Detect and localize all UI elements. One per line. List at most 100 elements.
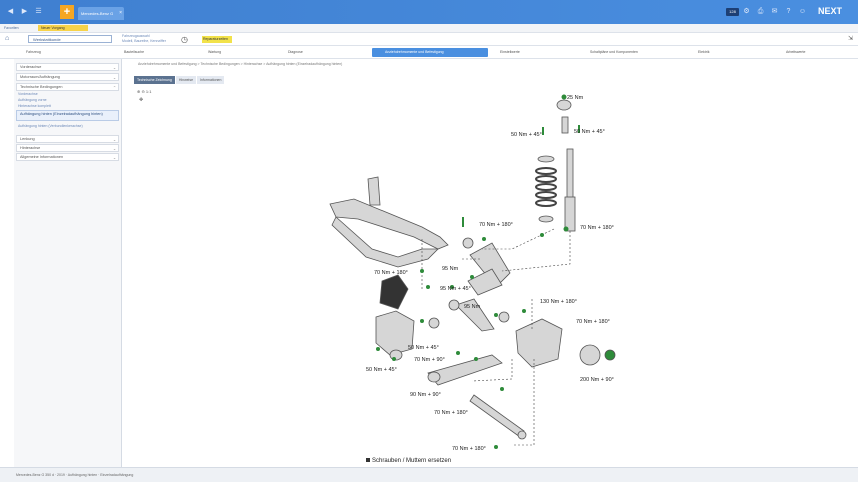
repair-times-badge[interactable]: Reparaturzeiten (202, 36, 232, 43)
sidebar-item-rear-axle[interactable]: Hinterachse ⌄ (16, 144, 119, 152)
nav-vehicle[interactable]: Fahrzeug (26, 48, 41, 57)
new-job-badge[interactable]: Neuer Vorgang (38, 25, 88, 31)
top-mount (556, 99, 572, 111)
sidebar-item-label: Lenkung (20, 137, 35, 141)
torque-label: 50 Nm + 45° (366, 367, 397, 373)
mail-icon[interactable]: ✉ (770, 7, 779, 16)
chevron-up-icon: ⌃ (112, 86, 116, 90)
sidebar-sub-item[interactable]: Aufhängung hinten (Verbundlenkerachse) (18, 124, 118, 128)
chevron-down-icon: ⌄ (112, 66, 116, 70)
sidebar-item-technical[interactable]: Technische Bedingungen ⌃ (16, 83, 119, 91)
bushing (448, 299, 460, 311)
sidebar-item-label: Technische Bedingungen (20, 85, 63, 89)
shock-body (564, 196, 576, 232)
chevron-down-icon: ⌄ (112, 76, 116, 80)
torque-label: 70 Nm + 180° (576, 319, 610, 325)
torque-label: 50 Nm + 45° (511, 132, 542, 138)
favorites-label[interactable]: Favoriten (4, 26, 19, 30)
chevron-down-icon: ⌄ (112, 138, 116, 142)
arm-bushing (427, 371, 441, 383)
vehicle-line1[interactable]: Fahrzeugauswahl (122, 34, 150, 38)
nav-part-search[interactable]: Bauteilsuche (124, 48, 144, 57)
sidebar-item-front-axle[interactable]: Vorderachse ⌄ (16, 63, 119, 71)
torque-label: 130 Nm + 180° (540, 299, 577, 305)
expand-icon[interactable]: ⇲ (848, 35, 853, 42)
chevron-down-icon: ⌄ (112, 147, 116, 151)
wheel-hub (579, 344, 601, 366)
title-bar: ◀ ▶ ☰ + Mercedes-Benz G × 128 ⚙ ⎙ ✉ ? ☺ … (0, 0, 858, 24)
brand-logo: NEXT (818, 6, 843, 16)
torque-label: 70 Nm + 180° (434, 410, 468, 416)
shock-rod (566, 148, 574, 200)
torque-label: 95 Nm + 45° (440, 286, 471, 292)
forward-icon[interactable]: ▶ (20, 7, 29, 16)
back-icon[interactable]: ◀ (6, 7, 15, 16)
spring-seat (537, 155, 555, 163)
sidebar: Vorderachse ⌄ Motorraum/Aufhängung ⌄ Techn… (14, 59, 122, 467)
count-badge[interactable]: 128 (726, 8, 739, 16)
tab-label: Mercedes-Benz G (81, 11, 114, 16)
sidebar-item-selected[interactable]: Aufhängung hinten (Einzelradaufhängung h… (16, 110, 119, 121)
torque-label: 70 Nm + 180° (374, 270, 408, 276)
sidebar-item-general[interactable]: Allgemeine Informationen ⌄ (16, 153, 119, 161)
new-job-label: Neuer Vorgang (41, 26, 65, 30)
legend-text: Schrauben / Muttern ersetzen (372, 458, 451, 464)
torque-label: 70 Nm + 180° (479, 222, 513, 228)
user-icon[interactable]: ☺ (798, 7, 807, 16)
torque-label: 70 Nm + 180° (452, 446, 486, 452)
sidebar-item-label: Vorderachse (20, 65, 42, 69)
tie-rod-end (517, 430, 527, 440)
clock-icon[interactable]: ◷ (181, 35, 188, 44)
torque-label: 95 Nm (464, 304, 481, 310)
torque-label: 200 Nm + 90° (580, 377, 614, 383)
bushing (428, 317, 440, 329)
torque-label: 50 Nm + 45° (408, 345, 439, 351)
torque-label: 70 Nm + 90° (414, 357, 445, 363)
sidebar-item-steering[interactable]: Lenkung ⌄ (16, 135, 119, 143)
nav-diagnosis[interactable]: Diagnose (288, 48, 303, 57)
hub-carrier (515, 318, 563, 368)
arm-bushing-2 (389, 349, 403, 361)
sidebar-item-label: Hinterachse (20, 146, 41, 150)
add-tab-icon[interactable]: + (60, 5, 74, 19)
legend-marker (366, 458, 370, 462)
bushing (462, 237, 474, 249)
nav-electrics[interactable]: Elektrik (698, 48, 709, 57)
nav-labor-times[interactable]: Arbeitswerte (786, 48, 805, 57)
sidebar-item-label: Allgemeine Informationen (20, 155, 64, 159)
subframe-part (329, 198, 449, 250)
tab-vehicle[interactable]: Mercedes-Benz G × (78, 7, 124, 20)
torque-label: 95 Nm (442, 266, 459, 272)
customer-select[interactable]: Werkstattkunde (28, 35, 112, 43)
status-text: Mercedes-Benz G 350 d · 2019 · Aufhängun… (16, 473, 134, 477)
nav-torque[interactable]: Anziehdrehmomente und Befestigung (372, 48, 488, 57)
vehicle-line2[interactable]: Modell, Baureihe, Kennziffer (122, 39, 166, 43)
sidebar-item-engine[interactable]: Motorraum/Aufhängung ⌄ (16, 73, 119, 81)
hub-nut (604, 349, 616, 361)
print-icon[interactable]: ⎙ (756, 7, 765, 16)
close-icon[interactable]: × (119, 10, 122, 16)
tie-rod (469, 394, 525, 438)
mount-bolt (561, 116, 569, 134)
sidebar-sub-item[interactable]: Aufhängung vorne (18, 98, 47, 102)
vehicle-bar: ⌂ Werkstattkunde Fahrzeugauswahl Modell,… (0, 33, 858, 46)
spring-seat-lower (538, 215, 554, 223)
bushing (498, 311, 510, 323)
subframe-bracket (367, 176, 381, 206)
torque-label: 50 Nm + 45° (574, 129, 605, 135)
nav-wiring[interactable]: Schaltpläne und Komponenten (590, 48, 638, 57)
nav-settings-values[interactable]: Einstellwerte (500, 48, 520, 57)
module-nav: Fahrzeug Bauteilsuche Wartung Diagnose A… (0, 46, 858, 59)
home-icon[interactable]: ⌂ (5, 35, 9, 42)
menu-icon[interactable]: ☰ (34, 7, 43, 16)
favorites-bar: Favoriten Neuer Vorgang (0, 24, 858, 33)
status-bar: Mercedes-Benz G 350 d · 2019 · Aufhängun… (0, 467, 858, 482)
settings-icon[interactable]: ⚙ (742, 7, 751, 16)
suspension-diagram: 25 Nm 50 Nm + 45° 50 Nm + 45° 70 Nm + 18… (329, 94, 616, 464)
sidebar-sub-item[interactable]: Hinterachse komplett (18, 104, 51, 108)
torque-label: 70 Nm + 180° (580, 225, 614, 231)
sidebar-sub-item[interactable]: Vorderachse (18, 92, 38, 96)
nav-maintenance[interactable]: Wartung (208, 48, 221, 57)
help-icon[interactable]: ? (784, 7, 793, 16)
torque-label: 90 Nm + 90° (410, 392, 441, 398)
